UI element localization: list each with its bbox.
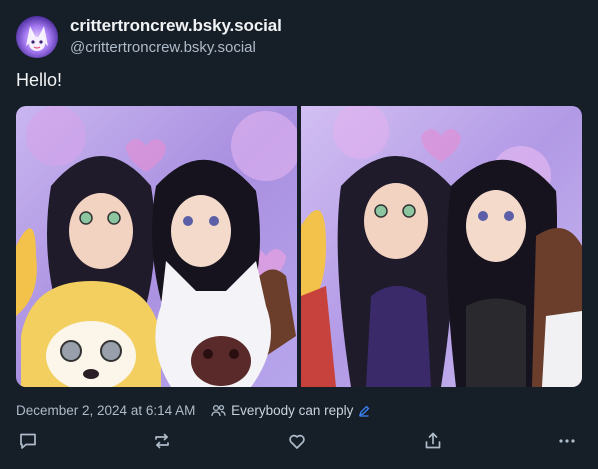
post-timestamp[interactable]: December 2, 2024 at 6:14 AM [16, 403, 195, 418]
repost-button[interactable] [149, 430, 175, 456]
post-text: Hello! [16, 70, 63, 90]
post-meta: December 2, 2024 at 6:14 AM Everybody ca… [16, 403, 370, 418]
more-options-button[interactable] [554, 430, 580, 456]
avatar-image [26, 26, 48, 51]
author-handle[interactable]: @crittertroncrew.bsky.social [70, 39, 256, 56]
repost-arrows-icon [152, 431, 172, 456]
speech-bubble-icon [18, 431, 38, 456]
share-button[interactable] [420, 430, 446, 456]
author-display-name[interactable]: crittertroncrew.bsky.social [70, 16, 282, 36]
heart-icon [287, 431, 307, 456]
post-image-2[interactable] [301, 106, 582, 387]
reply-setting-label: Everybody can reply [231, 403, 354, 418]
meta-separator [201, 403, 205, 418]
more-dots-icon [557, 431, 577, 456]
post-image-1[interactable] [16, 106, 297, 387]
avatar[interactable] [16, 16, 58, 58]
action-bar [0, 430, 598, 456]
people-icon [211, 404, 226, 417]
image-gallery [16, 106, 582, 387]
share-upload-icon [423, 431, 443, 456]
reply-setting[interactable]: Everybody can reply [211, 403, 370, 418]
like-button[interactable] [284, 430, 310, 456]
reply-button[interactable] [15, 430, 41, 456]
post-card: crittertroncrew.bsky.social @crittertron… [0, 0, 598, 469]
pencil-icon [358, 405, 370, 417]
